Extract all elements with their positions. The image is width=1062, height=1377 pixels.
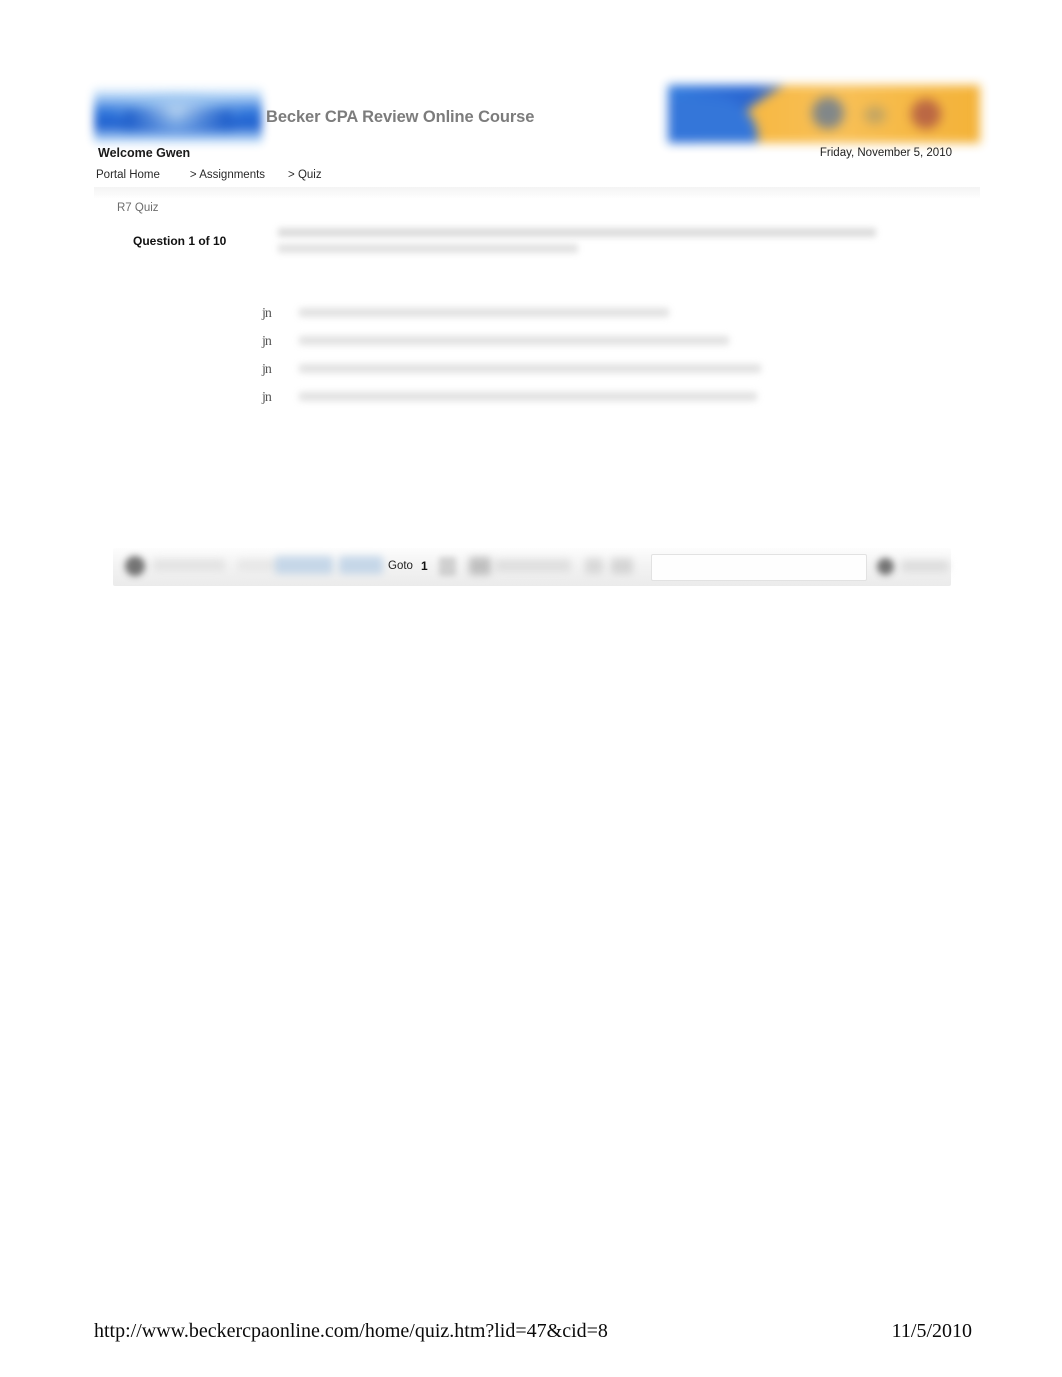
banner-icon-blue [812, 97, 844, 129]
chevron-down-icon[interactable] [439, 557, 456, 576]
toolbar-button-8[interactable] [611, 558, 633, 574]
submit-button-label[interactable] [901, 560, 949, 572]
answer-option-label [299, 364, 761, 373]
answer-option-d[interactable]: jn [262, 387, 882, 415]
becker-logo [94, 87, 262, 145]
answer-option-b[interactable]: jn [262, 331, 882, 359]
breadcrumb-bar: Portal Home > Assignments > Quiz [94, 167, 980, 199]
answer-option-c[interactable]: jn [262, 359, 882, 387]
answer-options: jn jn jn jn [262, 303, 882, 415]
banner-icon-grey [864, 106, 886, 124]
goto-label: Goto [388, 560, 413, 572]
answer-option-a[interactable]: jn [262, 303, 882, 331]
course-banner [668, 85, 980, 143]
breadcrumb-item-quiz[interactable]: > Quiz [288, 169, 322, 181]
breadcrumb-divider [94, 187, 980, 199]
breadcrumb: Portal Home > Assignments > Quiz [96, 169, 322, 181]
toolbar-button-3[interactable] [275, 556, 333, 574]
radio-button-icon[interactable]: jn [262, 362, 272, 377]
toolbar-button-5[interactable] [469, 557, 491, 575]
toolbar-button-4[interactable] [339, 556, 383, 574]
question-text-line [278, 244, 578, 253]
radio-glyph-sub: n [264, 390, 272, 405]
radio-glyph-sub: n [264, 362, 272, 377]
banner-icon-red [911, 99, 941, 129]
answer-option-label [299, 308, 669, 317]
goto-input[interactable]: 1 [421, 559, 428, 573]
current-date: Friday, November 5, 2010 [819, 147, 952, 159]
toolbar-button-1[interactable] [153, 559, 225, 571]
welcome-message: Welcome Gwen [98, 146, 191, 160]
breadcrumb-item-portal-home[interactable]: Portal Home [96, 169, 160, 181]
toolbar-text-input[interactable] [651, 554, 867, 581]
bullet-icon[interactable] [125, 556, 145, 576]
footer-url: http://www.beckercpaonline.com/home/quiz… [94, 1320, 608, 1342]
answer-option-label [299, 392, 757, 401]
toolbar-button-7[interactable] [585, 558, 603, 574]
page-title: Becker CPA Review Online Course [266, 108, 535, 126]
radio-glyph-sub: n [264, 306, 272, 321]
toolbar-button-2[interactable] [237, 559, 277, 571]
submit-icon[interactable] [877, 558, 894, 575]
toolbar-button-6[interactable] [495, 559, 571, 572]
question-text-line [278, 228, 876, 237]
radio-button-icon[interactable]: jn [262, 390, 272, 405]
radio-glyph-sub: n [264, 334, 272, 349]
quiz-toolbar: Goto 1 [113, 548, 951, 586]
radio-button-icon[interactable]: jn [262, 334, 272, 349]
printed-page: Becker CPA Review Online Course Welcome … [0, 0, 1062, 1377]
quiz-name: R7 Quiz [117, 202, 159, 214]
question-text [278, 228, 878, 264]
footer-date: 11/5/2010 [891, 1320, 972, 1342]
page-header: Becker CPA Review Online Course [94, 84, 980, 146]
breadcrumb-item-assignments[interactable]: > Assignments [190, 169, 265, 181]
question-counter: Question 1 of 10 [133, 234, 227, 248]
becker-logo-inner [124, 109, 232, 130]
answer-option-label [299, 336, 729, 345]
radio-button-icon[interactable]: jn [262, 306, 272, 321]
